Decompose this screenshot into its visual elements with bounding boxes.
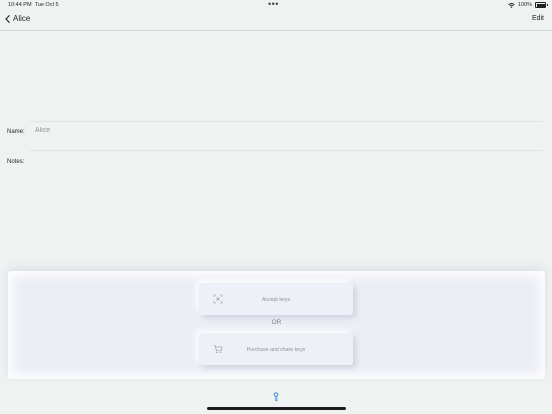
purchase-keys-label: Purchase and share keys xyxy=(246,347,306,353)
or-separator: OR xyxy=(271,319,282,326)
status-bar: 10:44 PM Tue Oct 5 ••• 100% xyxy=(0,0,552,11)
status-right: 100% xyxy=(508,2,548,8)
battery-icon xyxy=(535,2,548,8)
notes-row: Notes: xyxy=(0,152,552,252)
notes-label: Notes: xyxy=(7,159,25,165)
chevron-left-icon xyxy=(5,14,10,23)
divider xyxy=(30,121,543,122)
purchase-keys-button[interactable]: Purchase and share keys xyxy=(199,333,353,365)
back-button-label: Alice xyxy=(13,14,31,23)
status-time-date: 10:44 PM Tue Oct 5 xyxy=(8,2,59,8)
battery-percent: 100% xyxy=(517,2,532,8)
home-indicator[interactable] xyxy=(207,407,346,410)
keys-panel: Accept keys OR Purchase and share keys xyxy=(8,271,545,379)
wifi-icon xyxy=(508,2,515,8)
name-row: Name: xyxy=(0,121,552,151)
navigation-bar: Alice Edit xyxy=(0,11,552,31)
name-field[interactable] xyxy=(35,127,505,134)
accept-keys-label: Accept keys xyxy=(262,297,290,303)
back-button[interactable]: Alice xyxy=(5,14,30,23)
multitasking-dots[interactable]: ••• xyxy=(268,0,279,9)
accept-keys-button[interactable]: Accept keys xyxy=(199,283,353,315)
name-label: Name: xyxy=(7,129,25,135)
key-icon[interactable] xyxy=(272,392,280,402)
divider xyxy=(30,150,543,151)
notes-field[interactable] xyxy=(35,158,505,248)
edit-button[interactable]: Edit xyxy=(532,15,544,22)
